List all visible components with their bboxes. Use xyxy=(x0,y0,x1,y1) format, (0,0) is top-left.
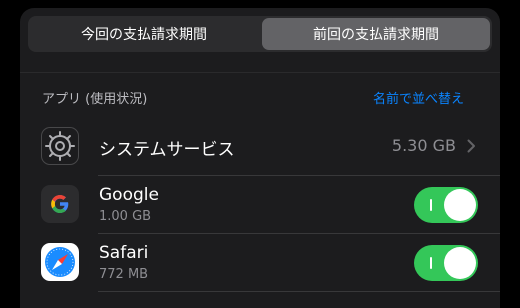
list-item-system-services[interactable]: システムサービス 5.30 GB xyxy=(20,118,500,176)
usage-value: 1.00 GB xyxy=(99,209,152,224)
segment-current-period[interactable]: 今回の支払請求期間 xyxy=(30,18,258,50)
toggle-knob xyxy=(444,247,476,279)
list-item-google: Google 1.00 GB xyxy=(20,176,500,234)
app-name: Google xyxy=(99,185,159,205)
toggle-on-mark xyxy=(430,257,432,269)
list-item-safari: Safari 772 MB xyxy=(20,234,500,292)
sort-by-name-button[interactable]: 名前で並べ替え xyxy=(373,88,464,107)
google-icon xyxy=(41,185,79,223)
toggle-on-mark xyxy=(430,199,432,211)
cellular-data-toggle[interactable] xyxy=(414,245,478,281)
section-title: アプリ (使用状況) xyxy=(42,92,148,107)
gear-icon xyxy=(41,127,79,165)
billing-period-segmented-control: 今回の支払請求期間 前回の支払請求期間 xyxy=(28,16,492,52)
toggle-knob xyxy=(444,189,476,221)
usage-value: 772 MB xyxy=(99,267,149,282)
usage-value: 5.30 GB xyxy=(391,136,456,155)
chevron-right-icon xyxy=(467,139,475,153)
cellular-data-toggle[interactable] xyxy=(414,187,478,223)
segment-previous-period[interactable]: 前回の支払請求期間 xyxy=(262,18,490,50)
row-divider xyxy=(98,291,500,292)
app-name: システムサービス xyxy=(99,140,235,160)
cellular-usage-panel: 今回の支払請求期間 前回の支払請求期間 アプリ (使用状況) 名前で並べ替え シ… xyxy=(20,8,500,308)
app-name: Safari xyxy=(99,243,149,263)
safari-compass-icon xyxy=(41,243,79,281)
apps-section-header: アプリ (使用状況) 名前で並べ替え xyxy=(20,72,500,119)
